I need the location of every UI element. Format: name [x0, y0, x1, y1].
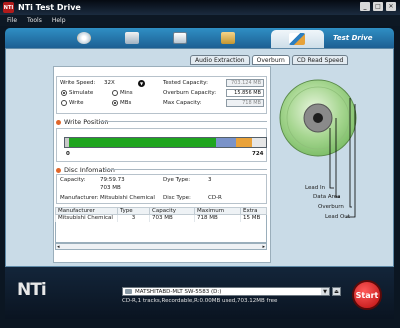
drive-select-value: MATSHITABD-MLT SW-5583 (D:)	[135, 288, 222, 295]
overburn-label: Overburn	[318, 204, 344, 210]
eject-icon[interactable]: ⏏	[332, 287, 341, 296]
drive-icon	[125, 289, 132, 294]
chevron-down-icon[interactable]: ▼	[321, 288, 329, 295]
drive-status-text: CD-R,1 tracks,Recordable,R:0.00MB used,7…	[122, 298, 278, 304]
lead-in-label: Lead In	[305, 185, 326, 191]
lead-out-label: Lead Out	[325, 214, 350, 220]
data-area-label: Data Area	[313, 194, 341, 200]
nti-logo: NTi	[17, 280, 47, 300]
start-button[interactable]: Start	[352, 280, 382, 310]
drive-select[interactable]: MATSHITABD-MLT SW-5583 (D:) ▼	[122, 287, 330, 296]
